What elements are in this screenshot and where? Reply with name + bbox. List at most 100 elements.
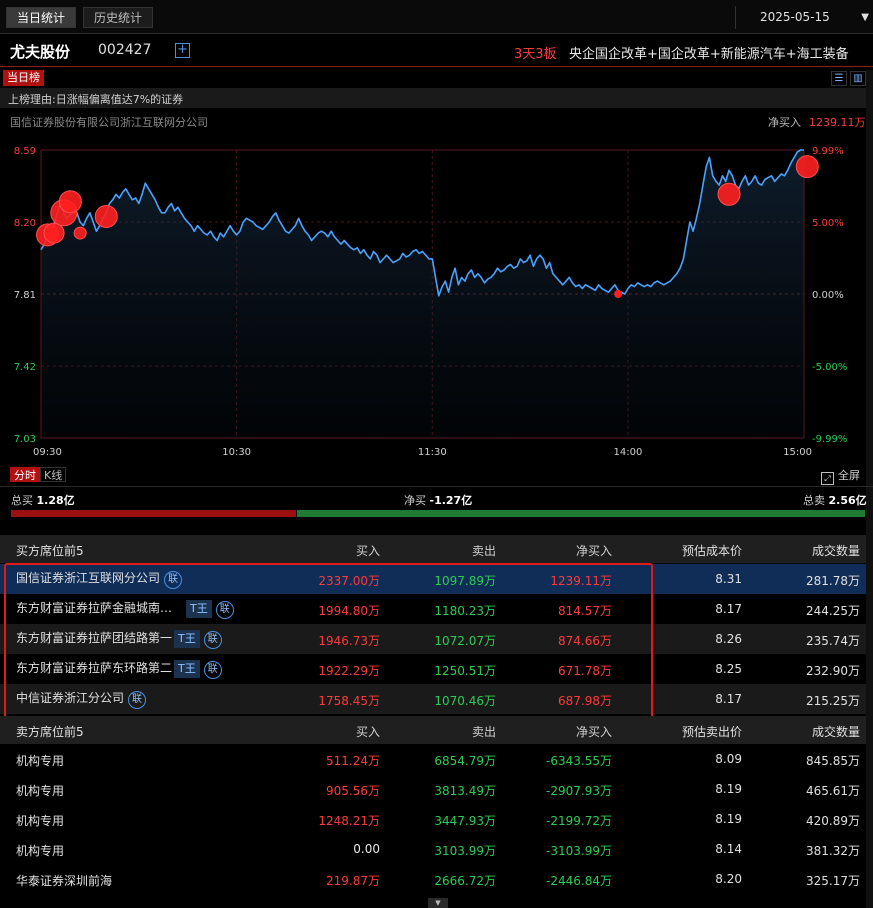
link-icon[interactable]: 联 [164, 571, 183, 589]
cost-value: 8.17 [715, 692, 742, 706]
intraday-chart[interactable]: 8.59 9.99% 8.20 5.00% 7.81 0.00% 7.42 -5.00% 7.0… [0, 138, 873, 460]
col-seller-seat: 卖方席位前5 [16, 725, 84, 739]
net-buy-cell: -2199.72万 [546, 814, 612, 828]
seat-name[interactable]: 机构专用 [16, 842, 64, 859]
tab-timeshare[interactable]: 分时 [10, 467, 40, 482]
volume-value: 235.74万 [806, 634, 860, 648]
buy-ratio-bar [11, 510, 296, 517]
link-icon[interactable]: 联 [128, 691, 147, 709]
table-row[interactable]: 中信证券浙江分公司联 1758.45万 1070.46万 687.98万 8.1… [0, 684, 866, 714]
price-value: 8.09 [715, 752, 742, 766]
t-king-badge[interactable]: T王 [174, 660, 200, 678]
sell-value: 1097.89万 [434, 574, 496, 588]
trade-marker[interactable] [58, 190, 82, 214]
chart-tab-group: 分时 K线 [10, 467, 67, 482]
y-tick-pct-label: 9.99% [812, 146, 844, 157]
price-value: 8.19 [715, 812, 742, 826]
date-picker[interactable]: 2025-05-15 ▼ [735, 6, 873, 29]
link-icon[interactable]: 联 [203, 631, 222, 649]
table-row[interactable]: 东方财富证券拉萨团结路第一 T王联 1946.73万 1072.07万 874.6… [0, 624, 866, 654]
link-icon[interactable]: 联 [203, 661, 222, 679]
fullscreen-button[interactable]: ⤢ 全屏 [821, 467, 860, 485]
listing-reason: 上榜理由:日涨幅偏离值达7%的证券 [8, 93, 184, 106]
col-buy[interactable]: 买入 [356, 542, 380, 559]
trade-marker[interactable] [94, 204, 118, 228]
seat-name[interactable]: 机构专用 [16, 782, 64, 799]
seat-name[interactable]: 东方财富证券拉萨东环路第二 [16, 661, 172, 675]
buy-value: 1946.73万 [318, 634, 380, 648]
volume-value: 381.32万 [806, 844, 860, 858]
buy-value: 1922.29万 [318, 664, 380, 678]
table-row[interactable]: 东方财富证券拉萨金融城南… T王联 1994.80万 1180.23万 814.5… [0, 594, 866, 624]
trade-marker[interactable] [614, 290, 623, 298]
seat-name[interactable]: 机构专用 [16, 812, 64, 829]
x-tick-label: 15:00 [783, 447, 812, 458]
trade-marker[interactable] [43, 222, 65, 244]
table-row[interactable]: 东方财富证券拉萨东环路第二 T王联 1922.29万 1250.51万 671.7… [0, 654, 866, 684]
tab-kline[interactable]: K线 [40, 467, 67, 482]
seat-name[interactable]: 华泰证券深圳前海 [16, 872, 112, 889]
col-sell[interactable]: 卖出 [472, 542, 496, 559]
table-row[interactable]: 机构专用 1248.21万 3447.93万 -2199.72万 8.19 42… [0, 804, 866, 834]
table-row[interactable]: 机构专用 0.00 3103.99万 -3103.99万 8.14 381.32… [0, 834, 866, 864]
y-tick-pct-label: -9.99% [812, 434, 847, 445]
cost-value: 8.17 [715, 602, 742, 616]
seat-name[interactable]: 机构专用 [16, 752, 64, 769]
board-count-badge: 3天3板 [514, 47, 557, 62]
scroll-down-icon[interactable]: ▼ [428, 898, 448, 908]
buy-value: 905.56万 [326, 784, 380, 798]
col-est-cost[interactable]: 预估成本价 [682, 542, 742, 559]
x-tick-label: 10:30 [222, 447, 251, 458]
net-buy-cell: -6343.55万 [546, 754, 612, 768]
bar-view-icon[interactable]: ▥ [850, 71, 866, 86]
cost-value: 8.31 [715, 572, 742, 586]
volume-value: 281.78万 [806, 574, 860, 588]
table-row[interactable]: 华泰证券深圳前海 219.87万 2666.72万 -2446.84万 8.20… [0, 864, 866, 894]
table-row[interactable]: 机构专用 511.24万 6854.79万 -6343.55万 8.09 845… [0, 744, 866, 774]
seat-name[interactable]: 东方财富证券拉萨金融城南… [16, 601, 172, 615]
date-value: 2025-05-15 [760, 10, 830, 24]
total-buy-label: 总买 [11, 494, 33, 507]
trade-marker[interactable] [717, 182, 741, 206]
col-volume[interactable]: 成交数量 [812, 542, 860, 559]
t-king-badge[interactable]: T王 [186, 600, 212, 618]
volume-value: 325.17万 [806, 874, 860, 888]
tab-history-stats[interactable]: 历史统计 [83, 7, 154, 28]
tab-today-stats[interactable]: 当日统计 [6, 7, 77, 28]
seat-name[interactable]: 东方财富证券拉萨团结路第一 [16, 631, 172, 645]
stock-name[interactable]: 尤夫股份 [10, 41, 70, 62]
total-sell-value: 2.56亿 [828, 494, 867, 507]
volume-value: 420.89万 [806, 814, 860, 828]
table-row[interactable]: 机构专用 905.56万 3813.49万 -2907.93万 8.19 465… [0, 774, 866, 804]
y-tick-pct-label: 5.00% [812, 218, 844, 229]
seat-name[interactable]: 中信证券浙江分公司 [16, 691, 124, 705]
tab-today-list[interactable]: 当日榜 [3, 70, 44, 86]
seat-name-cell: 中信证券浙江分公司联 [16, 689, 147, 709]
col-net-buy[interactable]: 净买入 [576, 542, 612, 559]
col-sell[interactable]: 卖出 [472, 723, 496, 740]
cost-value: 8.25 [715, 662, 742, 676]
t-king-badge[interactable]: T王 [174, 630, 200, 648]
col-volume[interactable]: 成交数量 [812, 723, 860, 740]
add-watchlist-button[interactable]: + [175, 43, 190, 58]
totals-bar: 总买 1.28亿 净买 -1.27亿 总卖 2.56亿 [0, 486, 873, 522]
link-icon[interactable]: 联 [215, 601, 234, 619]
col-net-buy[interactable]: 净买入 [576, 723, 612, 740]
net-buy-cell: 814.57万 [558, 604, 612, 618]
sell-value: 3813.49万 [434, 784, 496, 798]
price-value: 8.14 [715, 842, 742, 856]
trade-marker[interactable] [795, 155, 819, 179]
volume-value: 215.25万 [806, 694, 860, 708]
col-est-sell-price[interactable]: 预估卖出价 [682, 723, 742, 740]
buy-value: 1994.80万 [318, 604, 380, 618]
concept-tags[interactable]: 央企国企改革+国企改革+新能源汽车+海工装备 [569, 43, 873, 62]
list-view-icon[interactable]: ☰ [831, 71, 847, 86]
trade-marker[interactable] [73, 226, 87, 240]
seat-name[interactable]: 国信证券浙江互联网分公司 [16, 571, 160, 585]
table-row[interactable]: 国信证券浙江互联网分公司联 2337.00万 1097.89万 1239.11万… [0, 564, 866, 594]
y-tick-label: 7.81 [14, 290, 36, 301]
seat-name-cell: 东方财富证券拉萨东环路第二 T王联 [16, 659, 222, 679]
col-buy[interactable]: 买入 [356, 723, 380, 740]
total-sell-label: 总卖 [803, 494, 825, 507]
sell-value: 1072.07万 [434, 634, 496, 648]
